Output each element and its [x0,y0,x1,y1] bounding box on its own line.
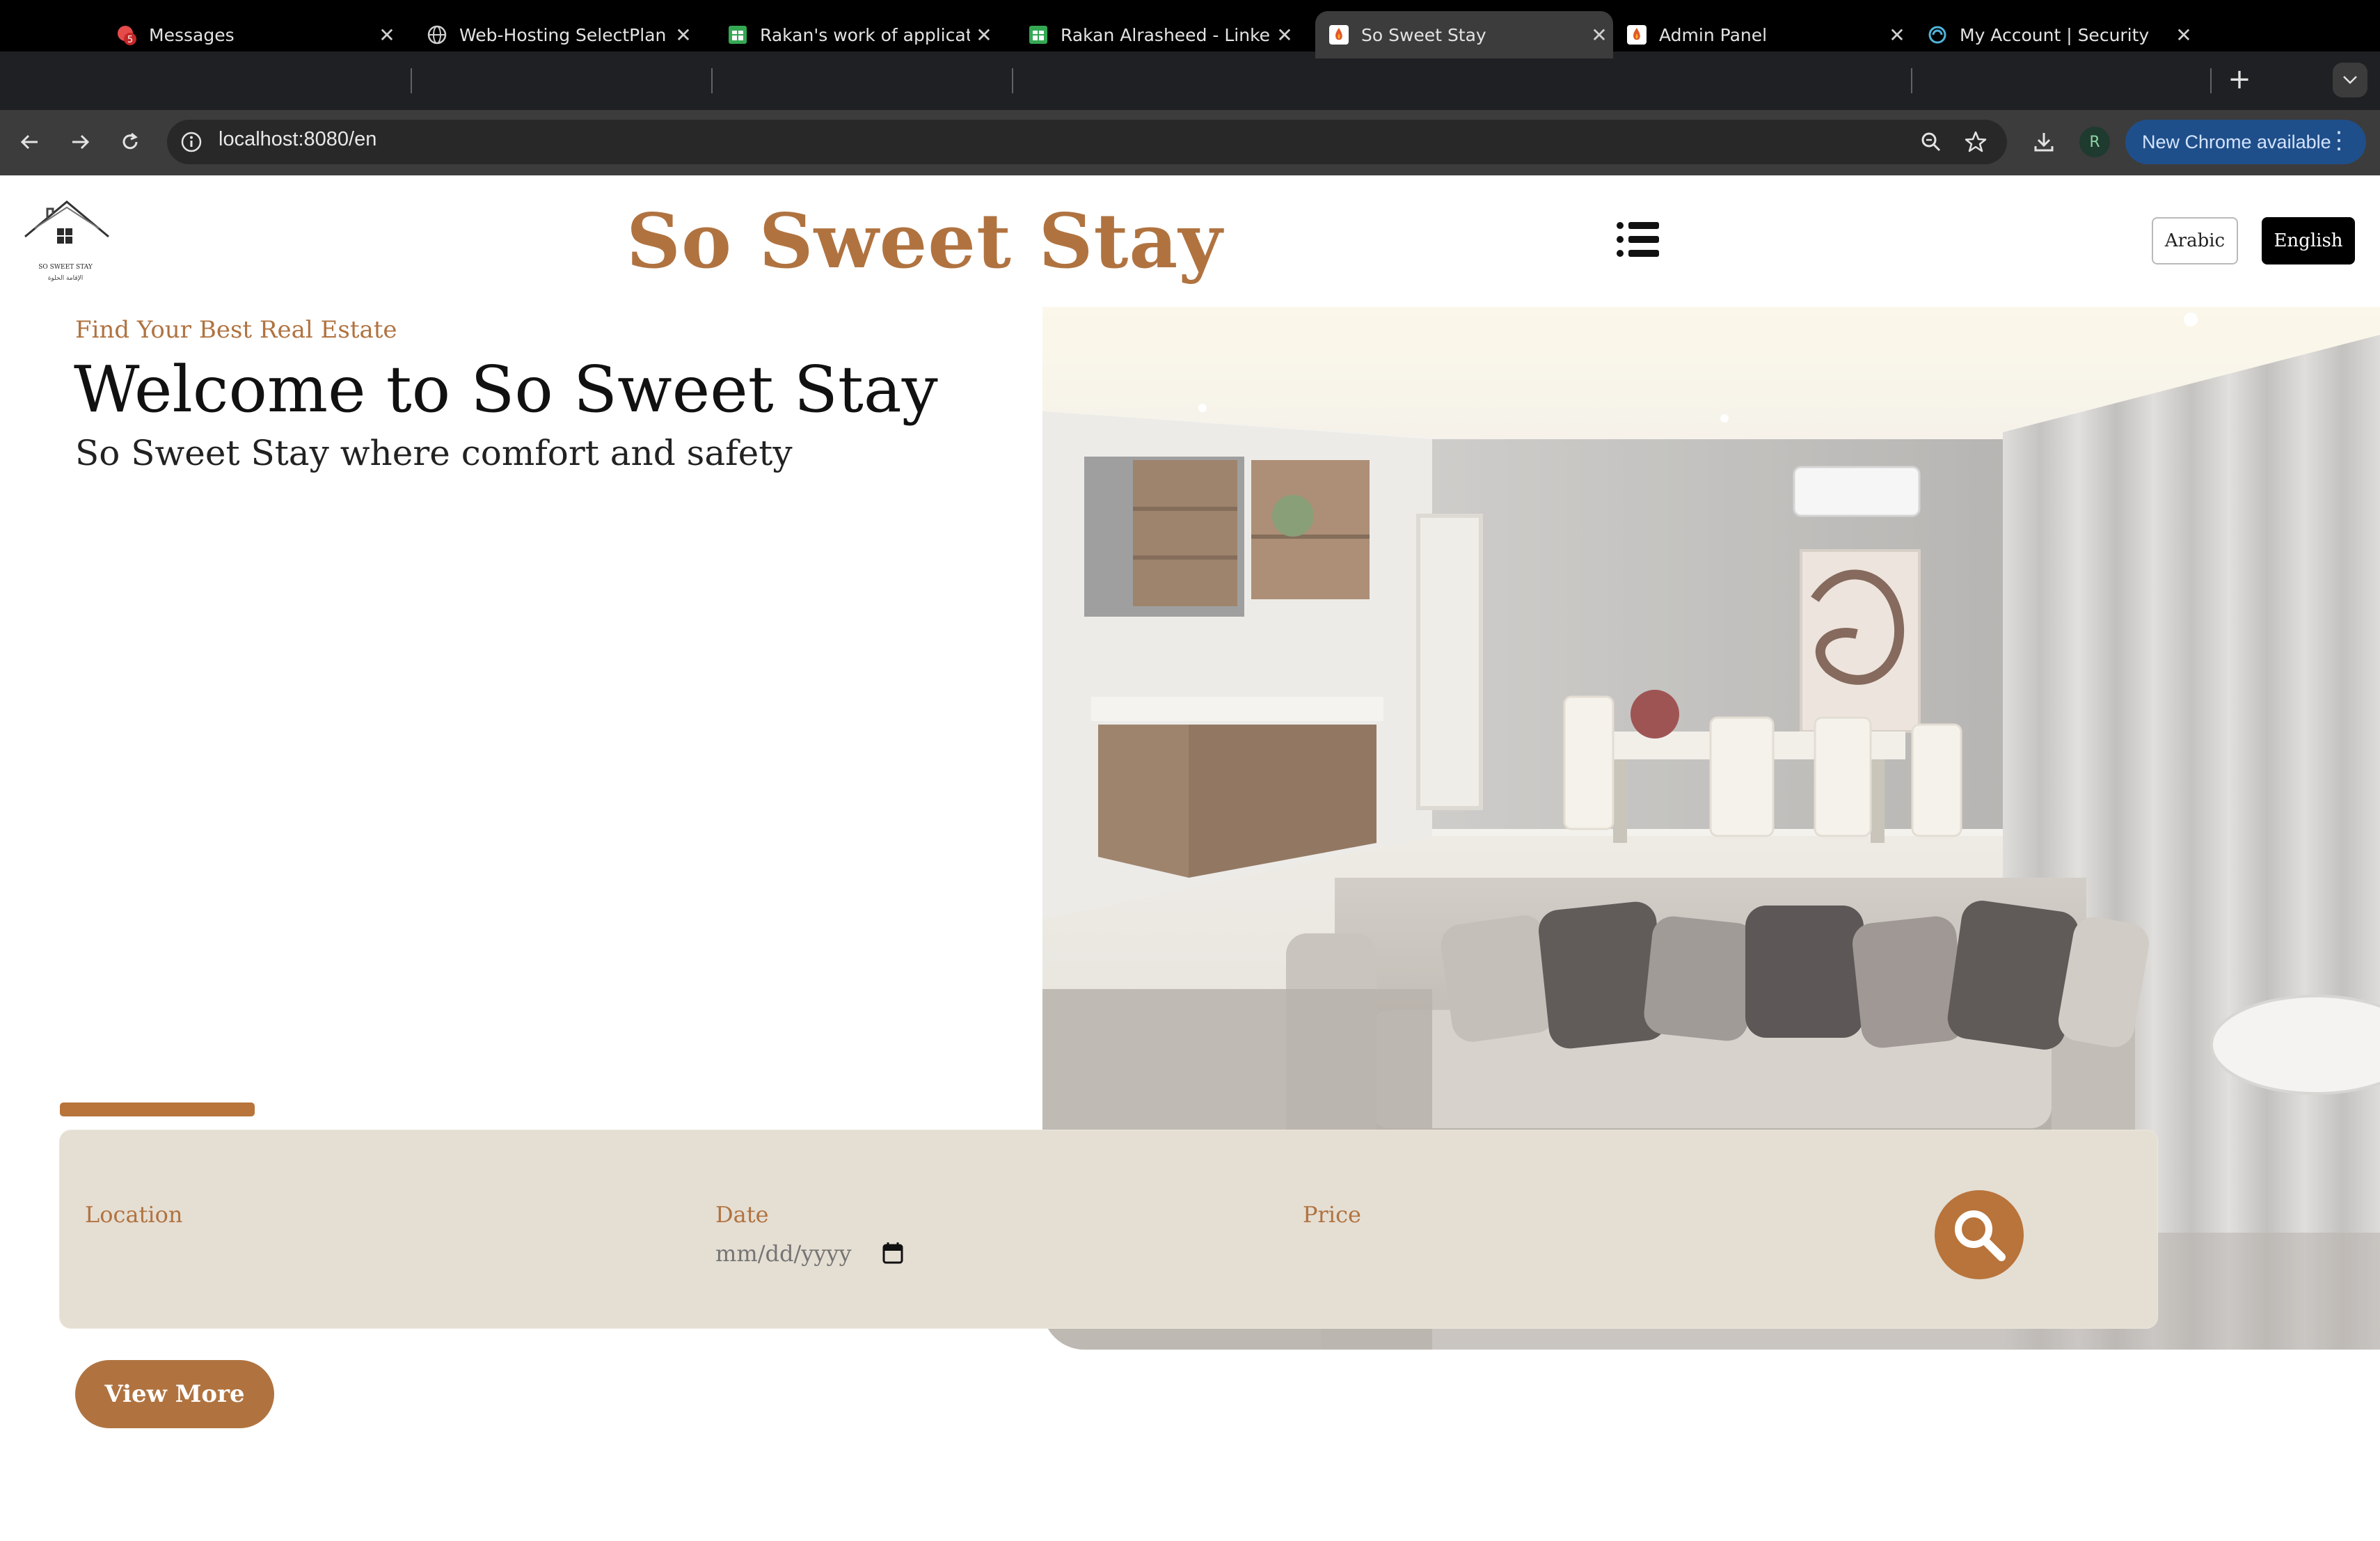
bookmark-star-icon[interactable] [1960,126,1992,158]
tab-divider [1911,68,1912,93]
hero-subtitle: So Sweet Stay where comfort and safety [75,433,793,473]
tab-messages[interactable]: 5 Messages ✕ [116,11,401,58]
forward-button[interactable] [63,125,97,159]
location-label: Location [85,1201,183,1228]
new-tab-button[interactable]: + [2224,65,2255,96]
tab-divider [411,68,412,93]
tab-linkedin[interactable]: Rakan Alrasheed - Linked ✕ [1027,11,1299,58]
search-panel [60,1130,2157,1328]
site-logo[interactable]: SO SWEET STAY الإقامة الحلوة [21,198,111,288]
download-icon[interactable] [2028,126,2060,158]
svg-text:SO SWEET STAY: SO SWEET STAY [38,264,93,271]
zoom-icon[interactable] [1915,126,1947,158]
chevron-down-icon [2343,76,2357,84]
reload-icon [122,132,138,150]
update-label: New Chrome available [2142,131,2331,152]
tab-so-sweet-stay[interactable]: So Sweet Stay ✕ [1315,11,1613,58]
menu-icon[interactable] [1616,220,1660,259]
tab-rakans-work[interactable]: Rakan's work of applicatio ✕ [727,11,998,58]
arabic-language-button[interactable]: Arabic [2152,217,2238,264]
tab-divider [2210,68,2212,93]
search-icon [1955,1210,2006,1261]
arrow-left-icon [20,134,38,150]
tab-title: Web-Hosting SelectPlan [459,24,667,45]
close-icon[interactable]: ✕ [373,24,401,47]
back-button[interactable] [13,125,47,159]
globe-icon [426,24,448,46]
tab-divider [1012,68,1013,93]
tab-title: Messages [149,24,235,45]
arrow-right-icon [72,134,90,150]
search-button[interactable] [1935,1190,2024,1279]
accent-bar [60,1103,255,1116]
address-url[interactable]: localhost:8080/en [219,128,376,151]
tab-title: Rakan Alrasheed - Linked [1061,24,1271,45]
svg-text:5: 5 [127,35,133,45]
english-language-button[interactable]: English [2262,217,2355,264]
site-favicon-icon [1626,24,1648,46]
close-icon[interactable]: ✕ [669,24,697,47]
address-bar[interactable] [167,120,2007,164]
date-input[interactable] [715,1240,896,1267]
reload-button[interactable] [113,125,148,159]
tab-admin-panel[interactable]: Admin Panel ✕ [1626,11,1911,58]
close-icon[interactable]: ✕ [2170,24,2198,47]
svg-text:الإقامة الحلوة: الإقامة الحلوة [48,275,84,282]
tab-web-hosting[interactable]: Web-Hosting SelectPlan ✕ [426,11,697,58]
price-label: Price [1303,1201,1361,1228]
site-favicon-icon [1328,24,1350,46]
more-vert-icon[interactable]: ⋮ [2327,127,2351,155]
calendar-icon[interactable] [882,1242,903,1264]
tab-my-account[interactable]: My Account | Security ✕ [1926,11,2198,58]
site-info-icon[interactable] [180,130,203,154]
date-label: Date [715,1201,769,1228]
tab-strip [0,52,2380,110]
account-icon [1926,24,1949,46]
chrome-update-button[interactable]: New Chrome available ⋮ [2125,120,2366,164]
sheets-icon [727,24,749,46]
tab-search-button[interactable] [2333,63,2367,97]
close-icon[interactable]: ✕ [970,24,998,47]
close-icon[interactable]: ✕ [1271,24,1299,47]
tab-divider [711,68,713,93]
tab-title: Admin Panel [1659,24,1768,45]
tab-title: So Sweet Stay [1361,24,1486,45]
hero-kicker: Find Your Best Real Estate [75,316,397,344]
site-title: So Sweet Stay [626,198,1223,285]
profile-avatar[interactable]: R [2079,127,2110,157]
close-icon[interactable]: ✕ [1883,24,1911,47]
sheets-icon [1027,24,1049,46]
tab-title: My Account | Security [1960,24,2150,45]
tab-title: Rakan's work of applicatio [760,24,970,45]
hero-title: Welcome to So Sweet Stay [74,352,938,427]
messages-icon: 5 [116,24,138,46]
view-more-button[interactable]: View More [75,1360,274,1428]
close-icon[interactable]: ✕ [1585,24,1613,47]
